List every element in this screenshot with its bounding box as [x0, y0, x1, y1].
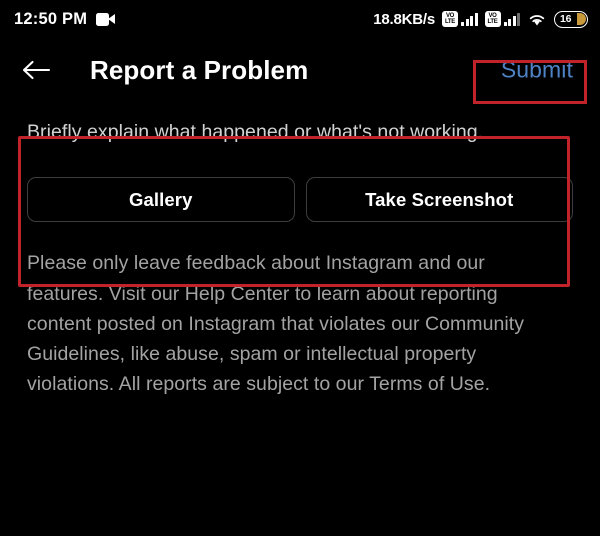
battery-icon: 16	[554, 10, 588, 28]
volte-label-bottom-sim1: LTE	[445, 19, 455, 25]
feedback-disclaimer-text: Please only leave feedback about Instagr…	[27, 252, 525, 396]
network-speed-indicator: 18.8KB/s	[373, 10, 435, 28]
gallery-button[interactable]: Gallery	[27, 177, 295, 223]
page-title: Report a Problem	[90, 54, 309, 85]
status-clock: 12:50 PM	[14, 9, 88, 28]
back-arrow-icon	[22, 60, 51, 80]
attachment-button-row: Gallery Take Screenshot	[27, 177, 573, 223]
volte-label-bottom-sim2: LTE	[487, 19, 498, 25]
submit-button[interactable]: Submit	[487, 51, 587, 90]
battery-fill	[576, 13, 586, 25]
wifi-icon	[529, 14, 545, 25]
main-content: Briefly explain what happened or what's …	[0, 120, 600, 399]
status-bar: 12:50 PM 18.8KB/s VO LTE VO LTE 16	[0, 0, 600, 38]
back-button[interactable]	[20, 48, 64, 92]
volte-icon-sim1: VO LTE	[442, 11, 458, 27]
sim1-indicator: VO LTE	[442, 11, 478, 27]
volte-icon-sim2: VO LTE	[484, 11, 501, 27]
report-description-input[interactable]: Briefly explain what happened or what's …	[27, 120, 573, 145]
signal-bars-icon-sim1	[461, 12, 478, 26]
signal-bars-icon-sim2	[503, 12, 520, 26]
submit-button-container: Submit	[487, 51, 587, 90]
status-bar-right: 18.8KB/s VO LTE VO LTE 16	[373, 10, 588, 28]
status-bar-left: 12:50 PM	[14, 9, 116, 29]
app-header: Report a Problem Submit	[0, 38, 600, 102]
battery-level-label: 16	[560, 13, 572, 25]
take-screenshot-button[interactable]: Take Screenshot	[305, 177, 573, 223]
sim2-indicator: VO LTE	[484, 11, 520, 27]
video-camera-icon	[96, 12, 116, 26]
